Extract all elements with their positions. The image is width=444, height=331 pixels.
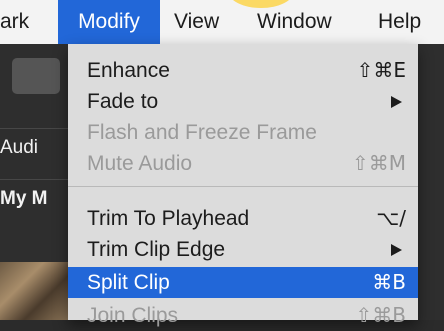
- menu-item-label: Trim Clip Edge: [87, 238, 226, 261]
- menu-separator: [68, 186, 418, 187]
- sidebar-label-audio[interactable]: Audi: [0, 137, 38, 159]
- library-dropdown[interactable]: [12, 58, 60, 94]
- menubar-item-help[interactable]: Help: [378, 0, 421, 44]
- sidebar-label-my-movie[interactable]: My M: [0, 188, 48, 210]
- menu-item-shortcut: ⌥/: [376, 206, 406, 230]
- menubar-item-view[interactable]: View: [174, 0, 219, 44]
- menu-bar: ark Modify View Window Help: [0, 0, 444, 44]
- menu-item-shortcut: ⇧⌘M: [351, 151, 406, 175]
- menu-item-enhance[interactable]: Enhance ⇧⌘E: [68, 55, 418, 86]
- menu-item-label: Enhance: [87, 59, 170, 82]
- menu-item-fade-to[interactable]: Fade to: [68, 86, 418, 117]
- submenu-arrow-icon: [391, 244, 402, 256]
- submenu-arrow-icon: [391, 96, 402, 108]
- menu-item-split-clip[interactable]: Split Clip ⌘B: [68, 267, 418, 298]
- menu-item-trim-clip-edge[interactable]: Trim Clip Edge: [68, 234, 418, 265]
- menubar-item-mark[interactable]: ark: [0, 0, 29, 44]
- menu-item-label: Mute Audio: [87, 152, 193, 175]
- menu-item-join-clips[interactable]: Join Clips ⇧⌘B: [68, 300, 418, 331]
- modify-menu: Enhance ⇧⌘E Fade to Flash and Freeze Fra…: [68, 44, 418, 327]
- background-right-edge: [418, 44, 444, 320]
- menu-item-trim-to-playhead[interactable]: Trim To Playhead ⌥/: [68, 203, 418, 234]
- menu-item-shortcut: ⇧⌘E: [356, 58, 406, 82]
- menubar-item-modify[interactable]: Modify: [58, 0, 160, 44]
- background-sidebar: Audi My M: [0, 44, 68, 320]
- menu-item-shortcut: ⌘B: [372, 270, 406, 294]
- menu-item-label: Join Clips: [87, 304, 179, 327]
- clip-thumbnail[interactable]: [0, 262, 68, 320]
- sidebar-divider: [0, 179, 68, 180]
- menu-item-label: Flash and Freeze Frame: [87, 121, 317, 144]
- menu-item-label: Fade to: [87, 90, 159, 113]
- menu-item-shortcut: ⇧⌘B: [355, 303, 406, 327]
- menu-item-mute-audio[interactable]: Mute Audio ⇧⌘M: [68, 148, 418, 179]
- sidebar-divider: [0, 128, 68, 129]
- menu-item-flash-and-freeze-frame[interactable]: Flash and Freeze Frame: [68, 117, 418, 148]
- menubar-item-window[interactable]: Window: [257, 0, 332, 44]
- menu-item-label: Split Clip: [87, 271, 170, 294]
- menu-item-label: Trim To Playhead: [87, 207, 250, 230]
